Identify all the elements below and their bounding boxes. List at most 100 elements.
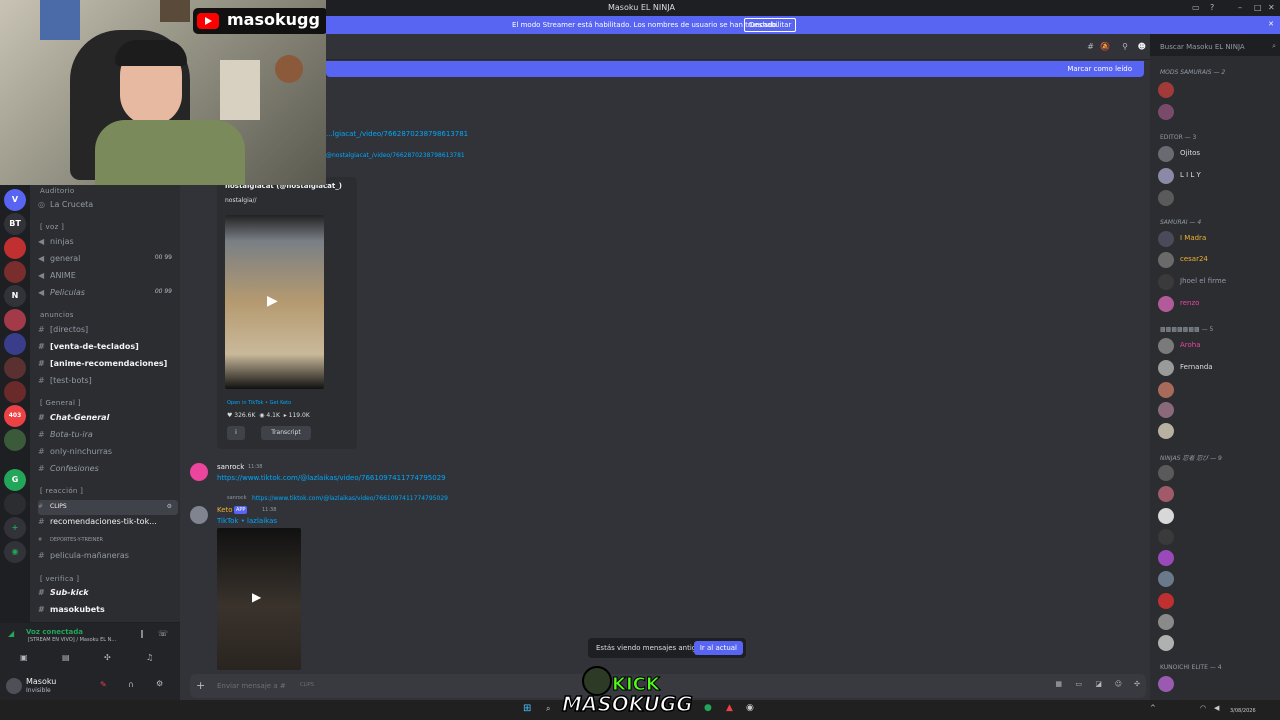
video-thumbnail[interactable]: ▶	[217, 528, 301, 670]
message-link[interactable]: @nostalgiacat_/video/7662870238798613781	[326, 152, 465, 159]
text-channel[interactable]: # Sub-kick	[38, 588, 178, 603]
new-messages-bar[interactable]: Marcar como leído	[326, 61, 1144, 77]
bot-name[interactable]: Keto	[217, 506, 233, 514]
text-channel[interactable]: # masokubets	[38, 605, 178, 620]
reply-link[interactable]: https://www.tiktok.com/@lazlaikas/video/…	[252, 495, 448, 502]
server-icon[interactable]: N	[4, 285, 26, 307]
notifications-icon[interactable]: 🔕	[1100, 42, 1110, 51]
voice-channel[interactable]: ◀ general 00 99	[38, 254, 178, 269]
voice-status-sub[interactable]: [STREAM EN VIVO] / Masoku EL N...	[28, 637, 116, 643]
category-general[interactable]: [ General ]	[40, 399, 81, 407]
soundboard-icon[interactable]: ♫	[146, 653, 153, 662]
sticker-icon[interactable]: ◪	[1095, 680, 1102, 688]
video-thumbnail[interactable]: ▶	[225, 215, 324, 389]
gift-icon[interactable]: ▦	[1055, 680, 1062, 688]
category-auditorio[interactable]: Auditorio	[40, 187, 74, 195]
member-item[interactable]	[1158, 635, 1278, 651]
play-icon[interactable]: ▶	[267, 293, 278, 309]
signal-icon[interactable]: ◢	[8, 629, 14, 638]
text-channel[interactable]: # [test-bots]	[38, 376, 178, 391]
help-icon[interactable]: ?	[1210, 3, 1214, 12]
message-link[interactable]: ...lgiacat_/video/7662870238798613781	[326, 130, 468, 138]
wifi-icon[interactable]: ◠	[1200, 704, 1206, 712]
server-icon[interactable]: G	[4, 469, 26, 491]
gif-icon[interactable]: ▭	[1075, 680, 1082, 688]
bot-embed-title[interactable]: TikTok • lazlaikas	[217, 517, 277, 525]
server-icon[interactable]	[4, 493, 26, 515]
member-item[interactable]	[1158, 423, 1278, 439]
text-channel[interactable]: # pelicula-mañaneras	[38, 551, 178, 566]
apps-icon[interactable]: ✣	[1134, 680, 1140, 688]
category-voz[interactable]: [ voz ]	[40, 223, 64, 231]
reply-author[interactable]: sanrock	[227, 495, 247, 501]
pin-icon[interactable]: ⚲	[1122, 42, 1128, 51]
text-channel[interactable]: # Bota-tu-ira	[38, 430, 178, 445]
add-server-icon[interactable]: +	[4, 517, 26, 539]
activities-icon[interactable]: ✣	[104, 653, 111, 662]
member-item[interactable]	[1158, 571, 1278, 587]
text-channel[interactable]: # [venta-de-teclados]	[38, 342, 178, 357]
member-item[interactable]	[1158, 402, 1278, 418]
info-button[interactable]: i	[227, 426, 245, 440]
message-link[interactable]: https://www.tiktok.com/@lazlaikas/video/…	[217, 474, 446, 482]
search-icon[interactable]: ⌕	[546, 704, 550, 714]
avatar[interactable]	[6, 678, 22, 694]
disconnect-icon[interactable]: ☏	[158, 629, 168, 638]
text-channel[interactable]: # recomendaciones-tik-tok...	[38, 517, 178, 532]
tray-chevron-icon[interactable]: ^	[1150, 704, 1156, 712]
user-settings-icon[interactable]: ⚙	[156, 679, 163, 688]
member-item[interactable]: cesar24	[1158, 252, 1278, 268]
member-item[interactable]	[1158, 382, 1278, 398]
windows-start-icon[interactable]: ⊞	[523, 703, 531, 714]
text-channel[interactable]: # Confesiones	[38, 464, 178, 479]
text-channel[interactable]: # [directos]	[38, 325, 178, 340]
member-item[interactable]	[1158, 190, 1278, 206]
member-item[interactable]	[1158, 529, 1278, 545]
close-window-button[interactable]: ✕	[1268, 3, 1275, 12]
avatar[interactable]	[190, 463, 208, 481]
play-icon[interactable]: ▶	[252, 590, 261, 604]
member-item[interactable]	[1158, 104, 1278, 120]
member-item[interactable]: Ojitos	[1158, 146, 1278, 162]
voice-channel[interactable]: ◀ Peliculas 00 99	[38, 288, 178, 303]
server-icon[interactable]	[4, 381, 26, 403]
voice-channel[interactable]: ◀ ninjas	[38, 237, 178, 252]
banner-close-icon[interactable]: ✕	[1268, 20, 1274, 28]
member-item[interactable]	[1158, 465, 1278, 481]
member-item[interactable]	[1158, 550, 1278, 566]
transcript-button[interactable]: Transcript	[261, 426, 311, 440]
volume-icon[interactable]: ◀	[1214, 704, 1219, 712]
member-item[interactable]: Aroha	[1158, 338, 1278, 354]
server-icon[interactable]	[4, 237, 26, 259]
member-item[interactable]: L I L Y	[1158, 168, 1278, 184]
text-channel[interactable]: # [anime-recomendaciones]	[38, 359, 178, 374]
member-list-icon[interactable]: ☻	[1138, 42, 1146, 51]
screenshare-icon[interactable]: ▤	[62, 653, 70, 662]
avatar[interactable]	[190, 506, 208, 524]
text-channel[interactable]: # DEPORTES-Y-TREINER	[38, 534, 178, 549]
category-anuncios[interactable]: anuncios	[40, 311, 74, 319]
server-icon[interactable]: V	[4, 189, 26, 211]
member-item[interactable]: I Madra	[1158, 231, 1278, 247]
member-item[interactable]	[1158, 486, 1278, 502]
message-author[interactable]: sanrock	[217, 463, 244, 471]
inbox-icon[interactable]: ▭	[1192, 3, 1200, 12]
spotify-icon[interactable]: ●	[704, 703, 712, 713]
camera-off-icon[interactable]: ▣	[20, 653, 28, 662]
category-reaccion[interactable]: [ reacción ]	[40, 487, 83, 495]
jump-present-button[interactable]: Ir al actual	[693, 641, 743, 655]
threads-icon[interactable]: #	[1087, 42, 1094, 51]
voice-channel[interactable]: ◀ ANIME	[38, 271, 178, 286]
server-icon[interactable]	[4, 429, 26, 451]
settings-icon[interactable]: ⚙	[167, 500, 172, 513]
member-item[interactable]	[1158, 676, 1278, 692]
member-item[interactable]: renzo	[1158, 296, 1278, 312]
member-item[interactable]: Fernanda	[1158, 360, 1278, 376]
embed-footer[interactable]: Open in TikTok • Get Keto	[227, 400, 291, 406]
member-item[interactable]	[1158, 508, 1278, 524]
noise-suppression-icon[interactable]: ‖	[140, 629, 144, 638]
category-verifica[interactable]: [ verifica ]	[40, 575, 79, 583]
search-input[interactable]: Buscar Masoku EL NINJA ⌕	[1150, 38, 1280, 56]
server-icon[interactable]: BT	[4, 213, 26, 235]
server-icon[interactable]	[4, 357, 26, 379]
